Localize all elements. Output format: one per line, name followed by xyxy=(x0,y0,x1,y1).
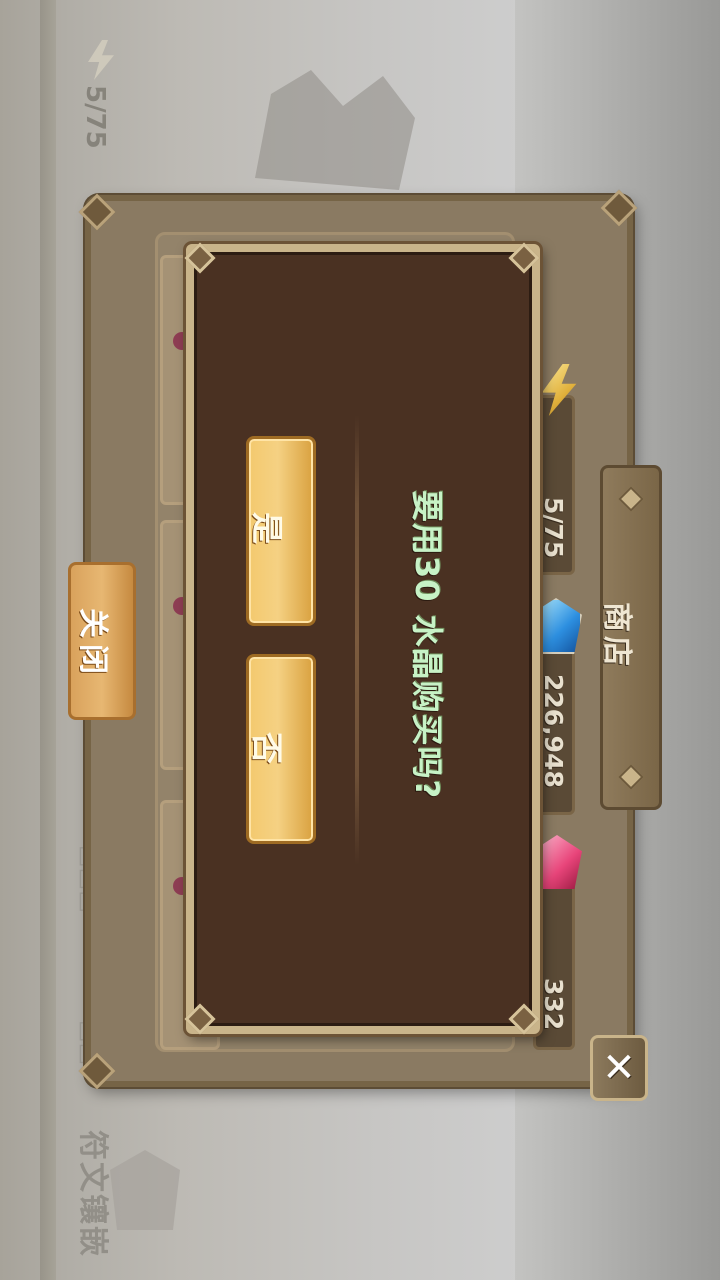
crystal-count: 226,948 xyxy=(539,674,568,788)
dialog-divider xyxy=(355,415,359,865)
diamond-icon xyxy=(618,486,644,512)
gem-count: 332 xyxy=(539,978,568,1031)
yes-button-label: 是 xyxy=(248,512,286,545)
close-button-label: 关闭 xyxy=(75,608,110,680)
energy-count: 5/75 xyxy=(539,497,568,559)
diamond-icon xyxy=(618,764,644,790)
purchase-confirm-question: 要用30 水晶购买吗? xyxy=(408,490,446,800)
hud-energy-count: 5/75 xyxy=(80,85,110,149)
background-rail xyxy=(40,0,56,1280)
close-icon[interactable]: ✕ xyxy=(590,1035,648,1101)
confirm-dialog xyxy=(186,244,540,1034)
no-button-label: 否 xyxy=(248,732,286,765)
tab-shop-label: 商店 xyxy=(599,602,634,670)
rune-inlay-button-label[interactable]: 符文镶嵌 xyxy=(74,1130,118,1258)
